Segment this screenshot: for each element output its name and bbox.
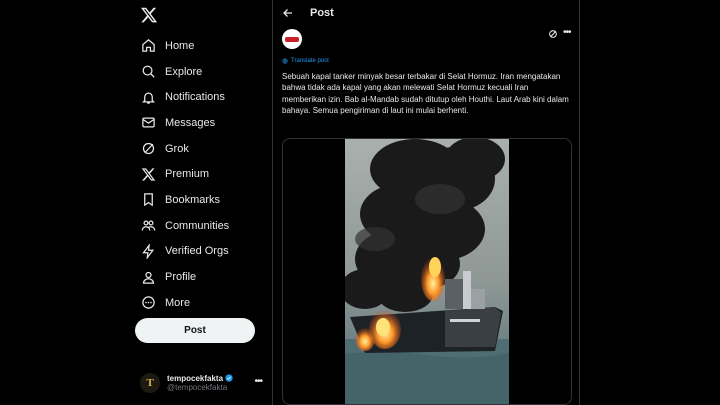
sidebar: Home Explore Notifications Messages Grok	[0, 0, 272, 405]
nav-item-communities[interactable]: Communities	[140, 213, 229, 239]
more-circle-icon	[140, 295, 156, 311]
nav-item-explore[interactable]: Explore	[140, 59, 229, 85]
nav-label-bookmarks: Bookmarks	[165, 193, 221, 206]
post-media[interactable]	[282, 138, 572, 405]
nav-label-communities: Communities	[165, 219, 230, 232]
x-premium-icon	[140, 166, 156, 182]
post-text: Sebuah kapal tanker minyak besar terbaka…	[282, 72, 569, 115]
nav-label-premium: Premium	[165, 168, 210, 181]
account-name: tempocekfakta	[167, 373, 224, 383]
author-logo-icon	[285, 36, 299, 42]
verified-badge-icon	[225, 374, 233, 383]
nav-label-verified-orgs: Verified Orgs	[165, 245, 229, 258]
nav-label-messages: Messages	[165, 116, 216, 129]
nav-item-verified-orgs[interactable]: Verified Orgs	[140, 239, 229, 265]
nav-item-home[interactable]: Home	[140, 33, 229, 59]
grok-icon	[140, 141, 156, 157]
globe-icon	[282, 58, 288, 64]
people-icon	[140, 218, 156, 234]
nav-label-explore: Explore	[165, 65, 203, 78]
search-icon	[140, 64, 156, 80]
nav-label-more: More	[165, 296, 191, 309]
primary-nav: Home Explore Notifications Messages Grok	[140, 33, 229, 316]
grok-icon[interactable]	[548, 29, 558, 39]
post-button[interactable]: Post	[135, 318, 255, 343]
account-handle: @tempocekfakta	[167, 383, 228, 392]
nav-label-profile: Profile	[165, 271, 197, 284]
nav-item-bookmarks[interactable]: Bookmarks	[140, 187, 229, 213]
translate-post-label: Translate post	[291, 58, 329, 64]
nav-label-home: Home	[165, 39, 195, 52]
account-more-icon[interactable]: •••	[254, 376, 262, 387]
person-icon	[140, 269, 156, 285]
nav-label-notifications: Notifications	[165, 91, 225, 104]
translate-post-link[interactable]: Translate post	[282, 58, 329, 64]
lightning-icon	[140, 243, 156, 259]
account-text: tempocekfakta @tempocekfakta	[167, 374, 233, 392]
post-author-avatar[interactable]	[282, 29, 302, 49]
nav-item-profile[interactable]: Profile	[140, 264, 229, 290]
account-name-row: tempocekfakta	[167, 374, 233, 383]
account-switcher[interactable]: T tempocekfakta @tempocekfakta •••	[140, 370, 265, 396]
x-logo-icon[interactable]	[140, 6, 158, 24]
nav-item-more[interactable]: More	[140, 290, 229, 316]
bookmark-icon	[140, 192, 156, 208]
bell-icon	[140, 89, 156, 105]
nav-item-messages[interactable]: Messages	[140, 110, 229, 136]
video-frame-burning-tanker[interactable]	[345, 139, 509, 405]
nav-label-grok: Grok	[165, 142, 189, 155]
nav-item-premium[interactable]: Premium	[140, 161, 229, 187]
avatar: T	[140, 373, 160, 393]
nav-item-notifications[interactable]: Notifications	[140, 84, 229, 110]
post-header: Post	[273, 0, 579, 27]
back-arrow-icon[interactable]	[282, 6, 294, 20]
mail-icon	[140, 115, 156, 131]
home-icon	[140, 38, 156, 54]
nav-item-grok[interactable]: Grok	[140, 136, 229, 162]
main-column: Post ••• Translate post Sebuah kapal tan…	[272, 0, 580, 405]
page-title: Post	[310, 7, 334, 19]
post-more-icon[interactable]: •••	[563, 27, 571, 38]
